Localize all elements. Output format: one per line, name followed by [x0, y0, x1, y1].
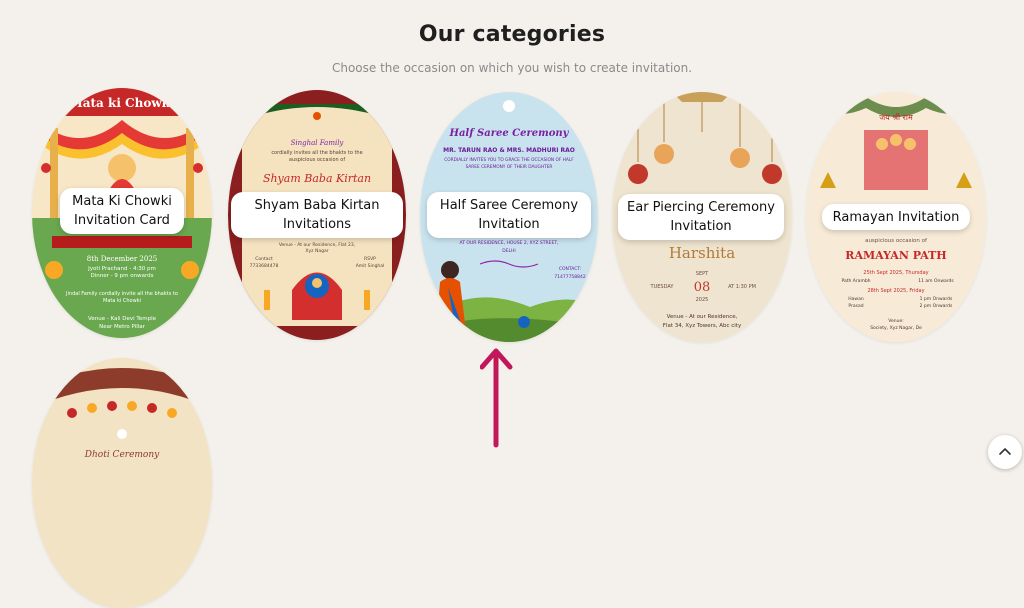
card-label: Ear Piercing Ceremony Invitation: [618, 194, 784, 240]
svg-text:Singhal Family: Singhal Family: [291, 139, 345, 147]
svg-text:Dinner - 9 pm onwards: Dinner - 9 pm onwards: [91, 273, 154, 279]
svg-text:Venue - At our Residence, Flat: Venue - At our Residence, Flat 23,: [279, 242, 355, 248]
category-card-ramayan[interactable]: जय श्री राम auspicious occasion of RAMAY…: [806, 92, 986, 342]
svg-text:7733684478: 7733684478: [250, 263, 279, 269]
svg-text:auspicious occasion of: auspicious occasion of: [289, 157, 345, 163]
svg-text:TUESDAY: TUESDAY: [650, 284, 675, 290]
svg-text:CORDIALLY INVITES YOU TO GRACE: CORDIALLY INVITES YOU TO GRACE THE OCCAS…: [444, 157, 574, 163]
svg-text:CONTACT:: CONTACT:: [559, 266, 581, 272]
svg-text:auspicious occasion of: auspicious occasion of: [865, 238, 928, 244]
svg-text:71477758842: 71477758842: [554, 274, 586, 280]
card-label: Mata Ki Chowki Invitation Card: [60, 188, 184, 234]
svg-text:Harshita: Harshita: [669, 244, 735, 262]
svg-text:Prasad: Prasad: [848, 303, 863, 309]
svg-text:MR. TARUN RAO & MRS. MADHURI R: MR. TARUN RAO & MRS. MADHURI RAO: [443, 147, 575, 154]
page-title: Our categories: [418, 22, 606, 47]
svg-text:Venue - Kali Devi Temple: Venue - Kali Devi Temple: [88, 316, 157, 322]
category-card-half-saree-ceremony[interactable]: Half Saree Ceremony MR. TARUN RAO & MRS.…: [420, 92, 598, 342]
svg-text:11 am Onwards: 11 am Onwards: [918, 278, 954, 284]
svg-text:RAMAYAN PATH: RAMAYAN PATH: [845, 249, 946, 262]
svg-text:DELHI: DELHI: [502, 248, 516, 254]
svg-text:28th Sept 2025, Friday: 28th Sept 2025, Friday: [867, 288, 924, 294]
svg-text:2025: 2025: [696, 297, 709, 303]
svg-text:08: 08: [694, 280, 711, 295]
svg-text:Hawan: Hawan: [848, 296, 864, 302]
svg-text:Xyz Nagar: Xyz Nagar: [305, 248, 328, 254]
svg-text:Jindal Family cordially invite: Jindal Family cordially invite all the b…: [65, 291, 178, 297]
svg-text:Flat 34, Xyz Towers, Abc city: Flat 34, Xyz Towers, Abc city: [663, 323, 742, 329]
svg-text:जय श्री राम: जय श्री राम: [879, 112, 913, 122]
card-label: Ramayan Invitation: [822, 204, 970, 230]
category-card-shyam-baba-kirtan[interactable]: Singhal Family cordially invites all the…: [228, 90, 406, 340]
svg-text:2 pm Onwards: 2 pm Onwards: [920, 303, 953, 309]
card-label: Shyam Baba Kirtan Invitations: [231, 192, 403, 238]
category-card-mata-ki-chowki[interactable]: Mata ki Chowki 8th December 2025 Jyoti P…: [32, 88, 212, 338]
svg-text:Shyam Baba Kirtan: Shyam Baba Kirtan: [263, 172, 371, 185]
category-card-dhoti-ceremony[interactable]: Dhoti Ceremony: [32, 358, 212, 608]
svg-text:Half Saree Ceremony: Half Saree Ceremony: [449, 128, 570, 139]
svg-text:Contact: Contact: [255, 256, 273, 262]
svg-text:SEPT: SEPT: [696, 271, 709, 277]
svg-text:1 pm Onwards: 1 pm Onwards: [920, 296, 953, 302]
category-card-ear-piercing[interactable]: Harshita SEPT TUESDAY 08 AT 1:30 PM 2025…: [612, 92, 792, 342]
svg-text:Path Arambh: Path Arambh: [841, 278, 870, 284]
svg-text:Jyoti Prachand - 4:30 pm: Jyoti Prachand - 4:30 pm: [87, 266, 156, 272]
svg-text:AT 1:30 PM: AT 1:30 PM: [728, 284, 756, 290]
svg-text:Mata ki Chowki: Mata ki Chowki: [69, 96, 175, 110]
svg-text:RSVP: RSVP: [364, 256, 376, 262]
svg-text:SAREE CEREMONY OF THEIR DAUGHT: SAREE CEREMONY OF THEIR DAUGHTER: [466, 164, 553, 170]
page-subtitle: Choose the occasion on which you wish to…: [331, 61, 693, 75]
svg-text:Dhoti Ceremony: Dhoti Ceremony: [84, 450, 160, 460]
svg-text:Venue - At our Residence,: Venue - At our Residence,: [667, 314, 738, 320]
svg-text:Society, Xyz Nagar, De: Society, Xyz Nagar, De: [870, 325, 922, 331]
svg-text:Amit Singhal: Amit Singhal: [356, 263, 385, 269]
svg-text:Near Metro Pillar: Near Metro Pillar: [99, 324, 146, 330]
svg-text:cordially invites all the bhak: cordially invites all the bhakts to the: [271, 150, 362, 156]
chevron-up-icon: [999, 448, 1011, 455]
svg-text:25th Sept 2025, Thursday: 25th Sept 2025, Thursday: [863, 270, 928, 276]
card-label: Half Saree Ceremony Invitation: [427, 192, 591, 238]
svg-text:Venue:: Venue:: [888, 318, 904, 324]
svg-text:Mata ki Chowki: Mata ki Chowki: [103, 298, 141, 304]
arrow-up-icon: [480, 348, 513, 448]
svg-text:8th December 2025: 8th December 2025: [87, 255, 157, 263]
svg-text:AT OUR RESIDENCE, HOUSE 2, XYZ: AT OUR RESIDENCE, HOUSE 2, XYZ STREET,: [460, 240, 559, 246]
scroll-to-top-button[interactable]: [988, 435, 1022, 469]
card-artwork: Dhoti Ceremony: [32, 358, 212, 608]
